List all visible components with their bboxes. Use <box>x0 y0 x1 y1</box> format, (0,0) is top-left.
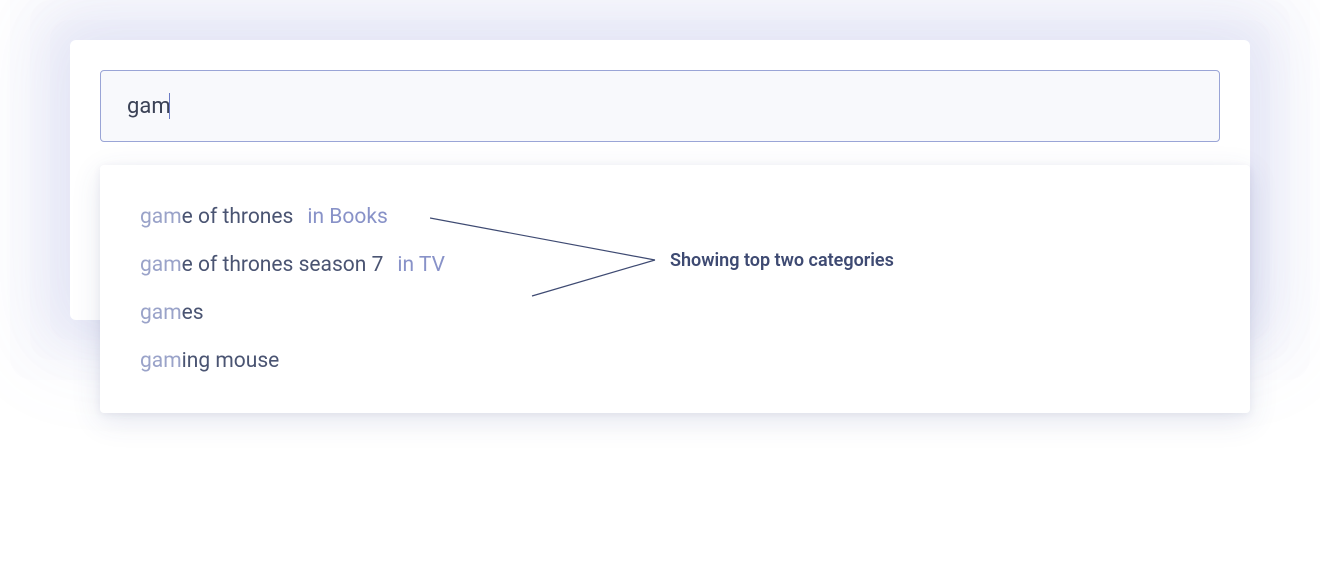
suggestion-rest: e of thrones <box>182 205 294 229</box>
suggestion-match: gam <box>140 301 182 325</box>
suggestion-match: gam <box>140 205 182 229</box>
suggestion-item[interactable]: gaming mouse <box>100 337 1250 385</box>
autocomplete-dropdown: game of thrones in Books game of thrones… <box>100 165 1250 413</box>
suggestion-rest: e of thrones season 7 <box>182 253 384 277</box>
suggestion-category: in Books <box>307 205 387 229</box>
suggestion-rest: ing mouse <box>182 349 280 373</box>
suggestion-rest: es <box>182 301 204 325</box>
suggestion-item[interactable]: games <box>100 289 1250 337</box>
suggestion-category: in TV <box>397 253 445 277</box>
search-input-wrapper[interactable]: gam <box>100 70 1220 142</box>
text-cursor <box>169 93 170 119</box>
suggestion-match: gam <box>140 349 182 373</box>
search-input-text: gam <box>127 94 171 119</box>
suggestion-item[interactable]: game of thrones in Books <box>100 193 1250 241</box>
suggestion-match: gam <box>140 253 182 277</box>
annotation-label: Showing top two categories <box>670 250 894 271</box>
